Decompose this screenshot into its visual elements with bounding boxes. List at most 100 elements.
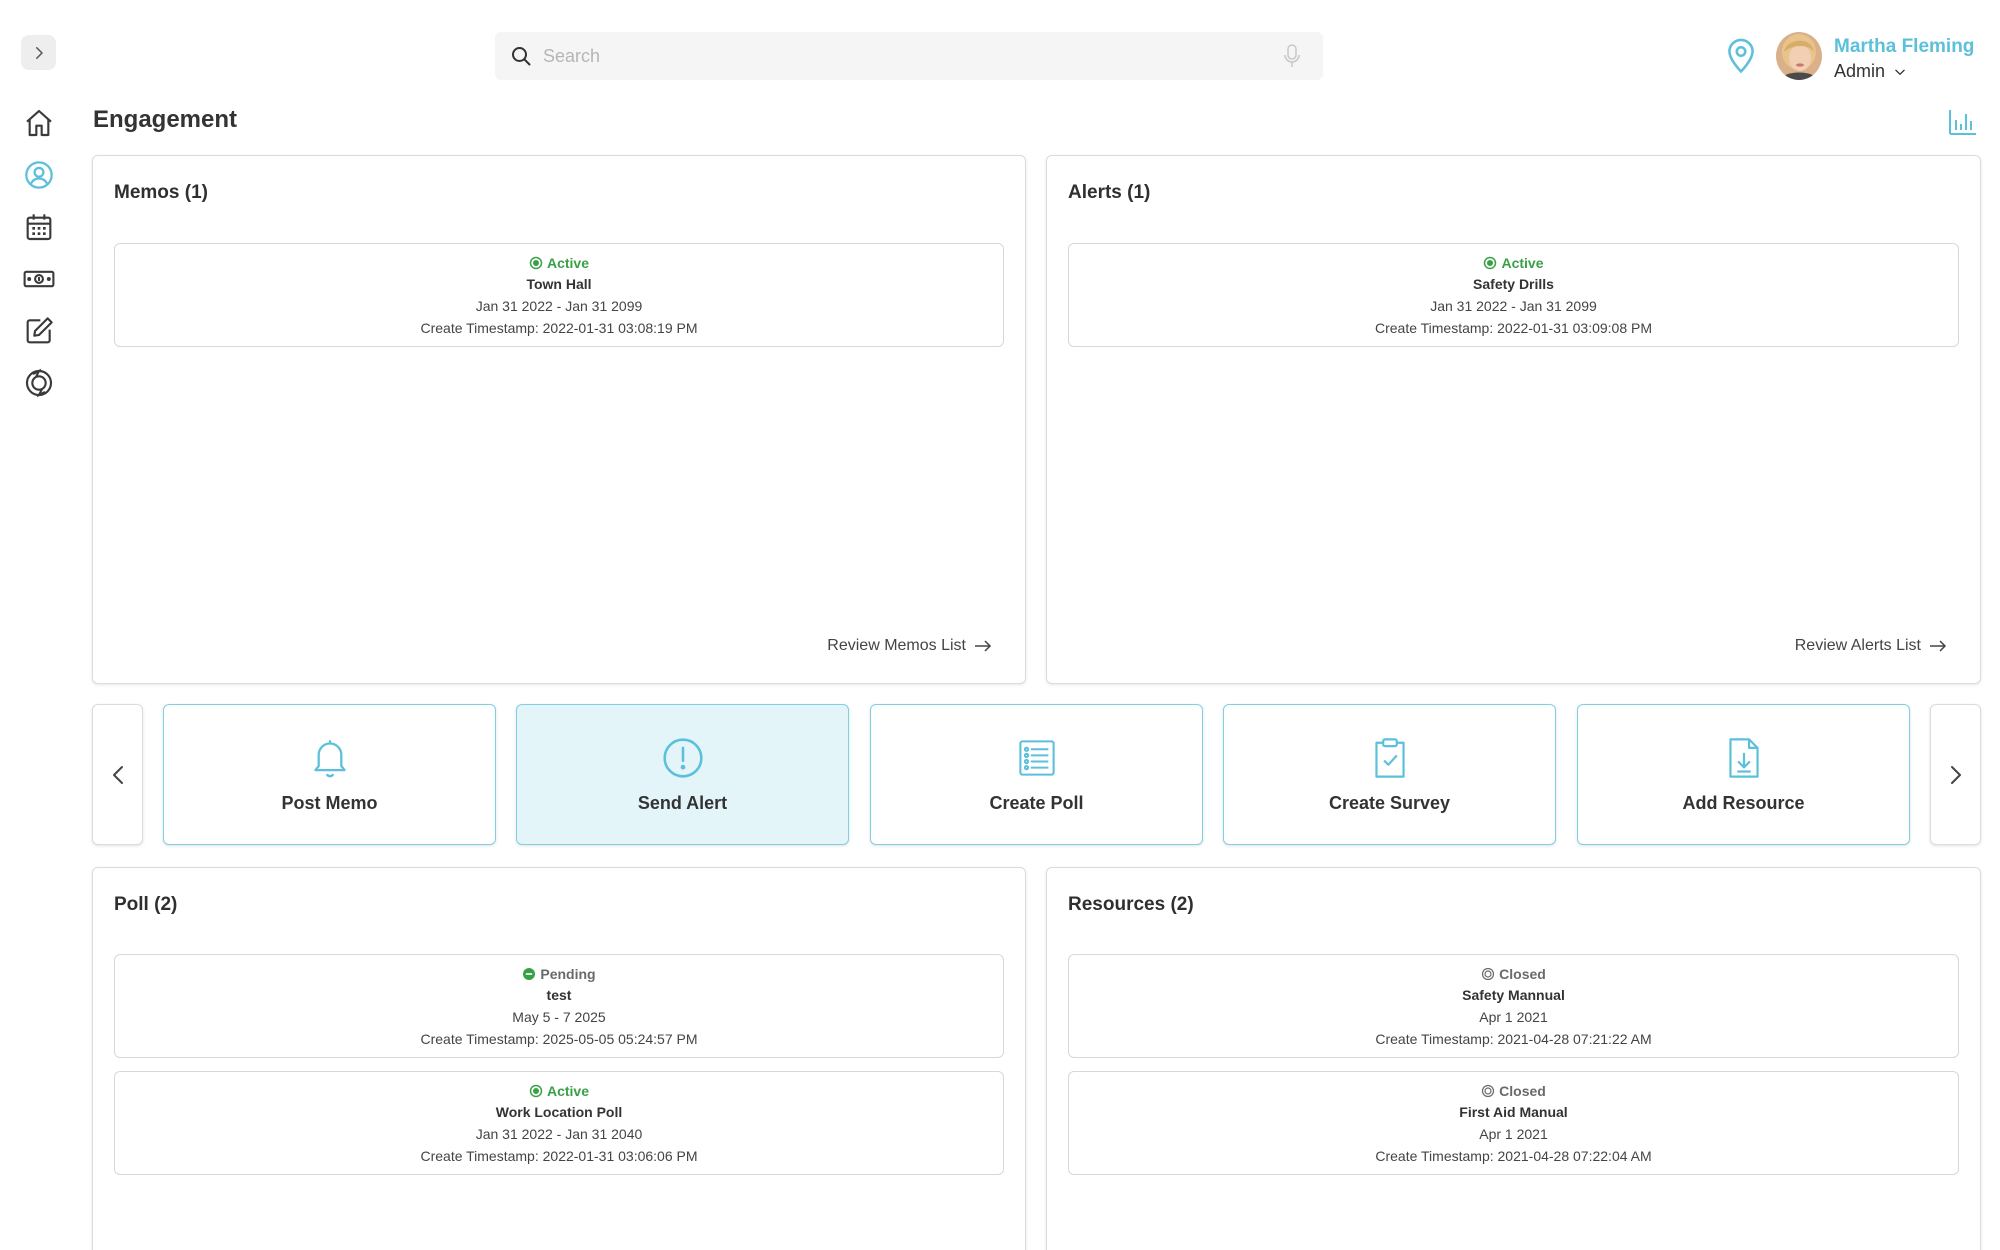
add-resource-label: Add Resource bbox=[1682, 793, 1805, 813]
sync-icon bbox=[25, 368, 53, 398]
page-title: Engagement bbox=[93, 106, 238, 133]
status-badge: Closed bbox=[1069, 965, 1958, 983]
add-resource-button[interactable]: Add Resource bbox=[1577, 704, 1910, 845]
status-label: Active bbox=[546, 1083, 590, 1099]
bar-chart-icon[interactable] bbox=[1948, 108, 1978, 136]
active-status-icon bbox=[529, 1084, 543, 1098]
status-badge: Active bbox=[115, 254, 1003, 272]
create-poll-button[interactable]: Create Poll bbox=[870, 704, 1203, 845]
resource-card[interactable]: Closed Safety Mannual Apr 1 2021 Create … bbox=[1068, 954, 1959, 1058]
alerts-title: Alerts (1) bbox=[1068, 182, 1151, 203]
file-download-icon bbox=[1728, 738, 1759, 778]
expand-sidebar-button[interactable] bbox=[21, 35, 56, 70]
status-badge: Active bbox=[1069, 254, 1958, 272]
chevron-down-icon bbox=[1895, 69, 1905, 75]
sidebar-item-edit[interactable] bbox=[20, 312, 58, 350]
resource-name: First Aid Manual bbox=[1459, 1104, 1568, 1120]
poll-title: Poll (2) bbox=[114, 894, 178, 915]
poll-card[interactable]: Active Work Location Poll Jan 31 2022 - … bbox=[114, 1071, 1004, 1175]
list-icon bbox=[1018, 740, 1055, 776]
memo-timestamp: Create Timestamp: 2022-01-31 03:08:19 PM bbox=[420, 320, 698, 336]
money-icon bbox=[23, 270, 55, 288]
resource-timestamp: Create Timestamp: 2021-04-28 07:21:22 AM bbox=[1375, 1031, 1652, 1047]
status-label: Pending bbox=[540, 966, 596, 982]
poll-card[interactable]: Pending test May 5 - 7 2025 Create Times… bbox=[114, 954, 1004, 1058]
chevron-left-icon bbox=[112, 765, 123, 784]
arrow-right-icon bbox=[975, 640, 992, 652]
status-label: Active bbox=[546, 255, 590, 271]
sidebar-item-engagement[interactable] bbox=[20, 156, 58, 194]
review-alerts-label: Review Alerts List bbox=[1794, 637, 1921, 654]
search-input[interactable] bbox=[543, 32, 1243, 80]
arrow-right-icon bbox=[1930, 640, 1947, 652]
closed-status-icon bbox=[1482, 967, 1495, 981]
post-memo-button[interactable]: Post Memo bbox=[163, 704, 496, 845]
status-badge: Pending bbox=[115, 965, 1003, 983]
location-pin-icon[interactable] bbox=[1725, 38, 1757, 74]
send-alert-label: Send Alert bbox=[637, 793, 728, 813]
send-alert-button[interactable]: Send Alert bbox=[516, 704, 849, 845]
pending-status-icon bbox=[523, 968, 536, 980]
alert-dates: Jan 31 2022 - Jan 31 2099 bbox=[1430, 298, 1597, 314]
user-circle-icon bbox=[25, 161, 53, 189]
post-memo-label: Post Memo bbox=[281, 793, 378, 813]
poll-dates: Jan 31 2022 - Jan 31 2040 bbox=[475, 1126, 643, 1142]
home-icon bbox=[26, 109, 52, 137]
status-label: Active bbox=[1501, 255, 1544, 271]
poll-name: test bbox=[546, 987, 572, 1003]
resources-panel: Resources (2) Closed Safety Mannual Apr … bbox=[1046, 867, 1981, 1250]
status-badge: Closed bbox=[1069, 1082, 1958, 1100]
chevron-right-icon bbox=[35, 46, 43, 59]
search-icon bbox=[512, 47, 531, 66]
clipboard-check-icon bbox=[1374, 738, 1405, 778]
create-survey-button[interactable]: Create Survey bbox=[1223, 704, 1556, 845]
sidebar-item-home[interactable] bbox=[20, 104, 58, 142]
user-name[interactable]: Martha Fleming bbox=[1834, 36, 1974, 58]
sidebar-item-payroll[interactable] bbox=[20, 260, 58, 298]
memo-card[interactable]: Active Town Hall Jan 31 2022 - Jan 31 20… bbox=[114, 243, 1004, 347]
memo-dates: Jan 31 2022 - Jan 31 2099 bbox=[475, 298, 643, 314]
resource-dates: Apr 1 2021 bbox=[1479, 1009, 1548, 1025]
memos-panel: Memos (1) Active Town Hall Jan 31 2022 -… bbox=[92, 155, 1026, 684]
search-bar bbox=[495, 32, 1323, 80]
active-status-icon bbox=[1484, 256, 1497, 270]
carousel-next-button[interactable] bbox=[1930, 704, 1981, 845]
create-poll-label: Create Poll bbox=[989, 793, 1084, 813]
alert-card[interactable]: Active Safety Drills Jan 31 2022 - Jan 3… bbox=[1068, 243, 1959, 347]
poll-panel: Poll (2) Pending test May 5 - 7 2025 Cre… bbox=[92, 867, 1026, 1250]
calendar-icon bbox=[26, 214, 52, 241]
review-memos-label: Review Memos List bbox=[827, 637, 966, 654]
alerts-panel: Alerts (1) Active Safety Drills Jan 31 2… bbox=[1046, 155, 1981, 684]
sidebar-item-sync[interactable] bbox=[20, 364, 58, 402]
alert-circle-icon bbox=[662, 738, 703, 778]
resource-timestamp: Create Timestamp: 2021-04-28 07:22:04 AM bbox=[1375, 1148, 1652, 1164]
resource-card[interactable]: Closed First Aid Manual Apr 1 2021 Creat… bbox=[1068, 1071, 1959, 1175]
memo-name: Town Hall bbox=[526, 276, 592, 292]
alert-name: Safety Drills bbox=[1473, 276, 1554, 292]
resource-name: Safety Mannual bbox=[1462, 987, 1565, 1003]
poll-timestamp: Create Timestamp: 2022-01-31 03:06:06 PM bbox=[420, 1148, 698, 1164]
edit-icon bbox=[26, 317, 53, 344]
memos-title: Memos (1) bbox=[114, 182, 208, 203]
poll-name: Work Location Poll bbox=[495, 1104, 623, 1120]
user-avatar-image bbox=[1776, 32, 1822, 80]
bell-icon bbox=[313, 740, 346, 778]
alert-timestamp: Create Timestamp: 2022-01-31 03:09:08 PM bbox=[1374, 320, 1653, 336]
resources-title: Resources (2) bbox=[1068, 894, 1194, 915]
poll-timestamp: Create Timestamp: 2025-05-05 05:24:57 PM bbox=[420, 1031, 698, 1047]
create-survey-label: Create Survey bbox=[1328, 793, 1451, 813]
chevron-right-icon bbox=[1950, 765, 1961, 784]
status-label: Closed bbox=[1499, 1083, 1546, 1099]
user-role: Admin bbox=[1834, 61, 1886, 81]
poll-dates: May 5 - 7 2025 bbox=[512, 1009, 606, 1025]
role-dropdown[interactable]: Admin bbox=[1834, 61, 1907, 82]
carousel-prev-button[interactable] bbox=[92, 704, 143, 845]
avatar[interactable] bbox=[1776, 32, 1822, 80]
status-badge: Active bbox=[115, 1082, 1003, 1100]
resource-dates: Apr 1 2021 bbox=[1479, 1126, 1548, 1142]
microphone-icon[interactable] bbox=[1283, 43, 1301, 69]
active-status-icon bbox=[529, 256, 543, 270]
review-alerts-link[interactable]: Review Alerts List bbox=[1795, 637, 1947, 655]
sidebar-item-calendar[interactable] bbox=[20, 208, 58, 246]
review-memos-link[interactable]: Review Memos List bbox=[827, 637, 992, 655]
